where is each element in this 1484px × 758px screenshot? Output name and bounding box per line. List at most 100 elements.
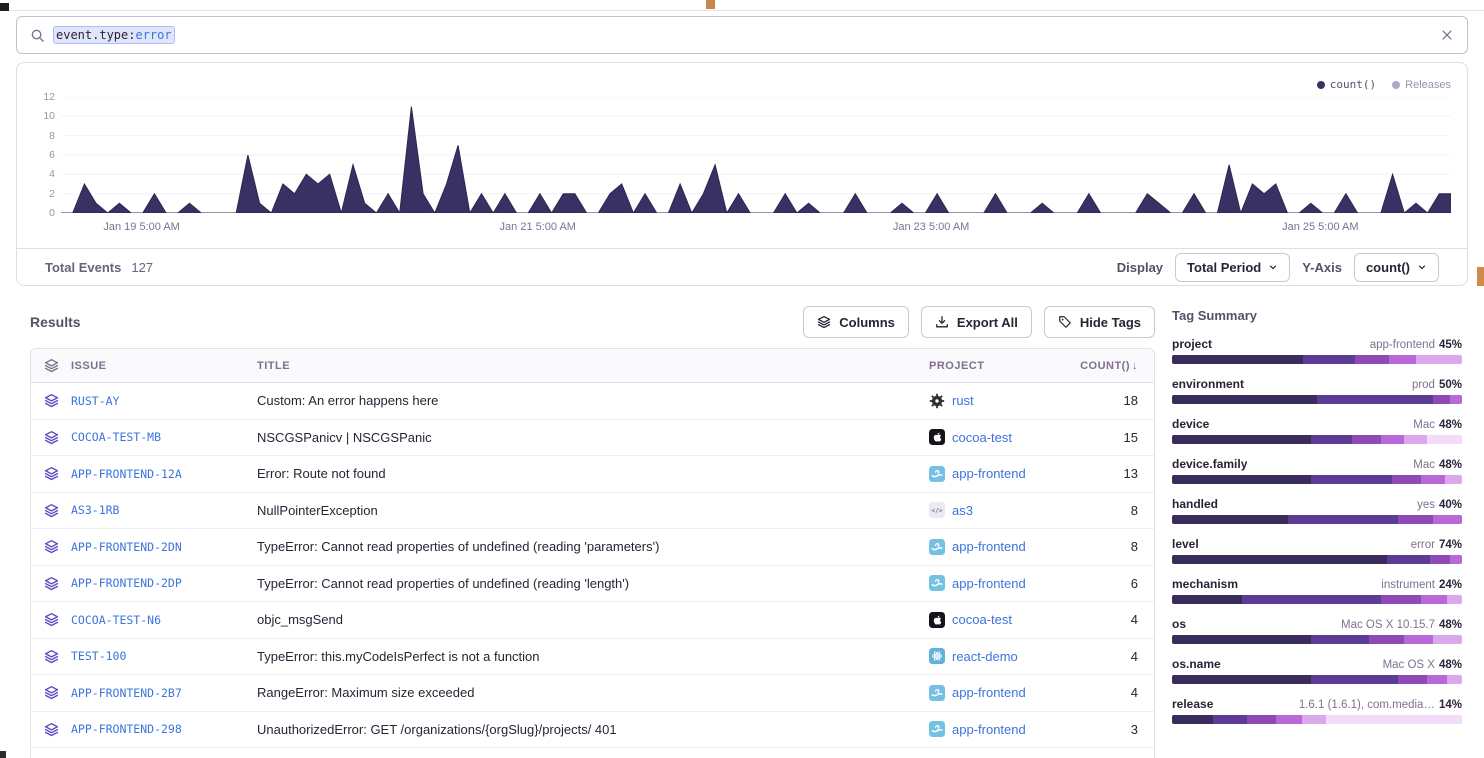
tag-name: device (1172, 417, 1209, 431)
tag-bar[interactable] (1172, 395, 1462, 404)
tag-bar-segment (1404, 635, 1433, 644)
count-value: 4 (1074, 612, 1154, 627)
project-link[interactable]: react-demo (952, 649, 1018, 664)
tag-bar[interactable] (1172, 595, 1462, 604)
tag-summary-item: project app-frontend 45% (1172, 337, 1462, 364)
search-bar[interactable]: event.type:error (16, 16, 1468, 54)
display-dropdown[interactable]: Total Period (1175, 253, 1290, 282)
tag-bar[interactable] (1172, 675, 1462, 684)
chart-legend: count() Releases (1317, 78, 1451, 91)
issue-id-link[interactable]: TEST-100 (71, 649, 126, 663)
search-query-token[interactable]: event.type:error (54, 27, 174, 43)
project-platform-icon: </> (929, 502, 945, 518)
y-axis-tick: 2 (29, 188, 55, 200)
close-icon (1440, 28, 1454, 42)
project-link[interactable]: app-frontend (952, 466, 1026, 481)
results-header: Results Columns Export All Hide Tags (30, 306, 1155, 338)
tag-name: handled (1172, 497, 1218, 511)
issue-layers-icon (31, 685, 71, 700)
project-link[interactable]: app-frontend (952, 722, 1026, 737)
tag-bar-segment (1242, 595, 1381, 604)
hide-tags-button[interactable]: Hide Tags (1044, 306, 1155, 338)
project-link[interactable]: as3 (952, 503, 973, 518)
issue-title: TypeError: Cannot read properties of und… (257, 539, 929, 554)
y-axis-tick: 12 (29, 91, 55, 103)
total-events-label: Total Events (45, 260, 121, 275)
tag-percent: 48% (1439, 459, 1462, 471)
count-column-header[interactable]: COUNT()↓ (1074, 360, 1154, 372)
issue-id-link[interactable]: APP-FRONTEND-298 (71, 722, 182, 736)
issue-id-link[interactable]: AS3-1RB (71, 503, 119, 517)
issue-column-header[interactable]: ISSUE (71, 360, 257, 372)
tag-bar-segment (1416, 355, 1462, 364)
search-icon (30, 28, 45, 43)
chart-plot-area[interactable] (61, 97, 1451, 213)
project-platform-icon (929, 466, 945, 482)
chart-footer: Total Events 127 Display Total Period Y-… (17, 248, 1467, 285)
tag-percent: 45% (1439, 339, 1462, 351)
results-section: Results Columns Export All Hide Tags ISS… (30, 306, 1155, 758)
project-link[interactable]: cocoa-test (952, 430, 1012, 445)
project-platform-icon (929, 612, 945, 628)
tag-bar-segment (1172, 515, 1288, 524)
tag-bar[interactable] (1172, 355, 1462, 364)
tag-top-value: 1.6.1 (1.6.1), com.media… (1299, 699, 1435, 711)
issue-layers-icon (31, 430, 71, 445)
issue-id-link[interactable]: APP-FRONTEND-2DN (71, 540, 182, 554)
project-link[interactable]: app-frontend (952, 685, 1026, 700)
export-all-button[interactable]: Export All (921, 306, 1032, 338)
tag-bar-segment (1172, 395, 1317, 404)
tag-bar-segment (1302, 715, 1325, 724)
issue-id-link[interactable]: APP-FRONTEND-12A (71, 467, 182, 481)
tag-bar[interactable] (1172, 715, 1462, 724)
issue-id-link[interactable]: APP-FRONTEND-2DP (71, 576, 182, 590)
tag-bar-segment (1172, 715, 1213, 724)
screenshot-artifact (706, 0, 715, 9)
legend-item-count[interactable]: count() (1317, 78, 1376, 91)
tag-percent: 14% (1439, 699, 1462, 711)
chevron-down-icon (1417, 262, 1427, 272)
results-table: ISSUE TITLE PROJECT COUNT()↓ RUST-AY Cus… (30, 348, 1155, 758)
project-link[interactable]: app-frontend (952, 539, 1026, 554)
tag-bar[interactable] (1172, 555, 1462, 564)
screenshot-artifact (1477, 267, 1484, 286)
tag-summary-item: os Mac OS X 10.15.7 48% (1172, 617, 1462, 644)
tag-bar[interactable] (1172, 475, 1462, 484)
tag-name: release (1172, 697, 1213, 711)
tag-bar-segment (1433, 635, 1462, 644)
tag-bar[interactable] (1172, 435, 1462, 444)
yaxis-dropdown[interactable]: count() (1354, 253, 1439, 282)
legend-item-releases[interactable]: Releases (1392, 79, 1451, 91)
tag-summary-item: device Mac 48% (1172, 417, 1462, 444)
tag-name: os (1172, 617, 1186, 631)
project-column-header[interactable]: PROJECT (929, 360, 1074, 372)
issue-id-link[interactable]: COCOA-TEST-N6 (71, 613, 161, 627)
project-link[interactable]: rust (952, 393, 974, 408)
columns-button[interactable]: Columns (803, 306, 909, 338)
tag-top-value: yes (1417, 499, 1435, 511)
tag-bar-segment (1369, 635, 1404, 644)
tag-bar[interactable] (1172, 635, 1462, 644)
issue-layers-icon (31, 393, 71, 408)
y-axis-tick: 4 (29, 168, 55, 180)
issue-id-link[interactable]: COCOA-TEST-MB (71, 430, 161, 444)
tag-summary-item: environment prod 50% (1172, 377, 1462, 404)
x-axis-tick: Jan 21 5:00 AM (488, 221, 588, 233)
clear-search-button[interactable] (1440, 28, 1454, 42)
tag-bar[interactable] (1172, 515, 1462, 524)
count-legend-dot-icon (1317, 81, 1325, 89)
results-title: Results (30, 314, 81, 330)
count-value: 8 (1074, 503, 1154, 518)
issue-id-link[interactable]: APP-FRONTEND-2B7 (71, 686, 182, 700)
count-value: 15 (1074, 430, 1154, 445)
tag-bar-segment (1427, 435, 1462, 444)
project-link[interactable]: app-frontend (952, 576, 1026, 591)
title-column-header[interactable]: TITLE (257, 360, 929, 372)
project-platform-icon (929, 685, 945, 701)
tag-bar-segment (1447, 595, 1462, 604)
issue-id-link[interactable]: RUST-AY (71, 394, 119, 408)
svg-text:</>: </> (931, 508, 942, 515)
project-link[interactable]: cocoa-test (952, 612, 1012, 627)
tag-summary-panel: Tag Summary project app-frontend 45% env… (1172, 308, 1462, 737)
table-row: TEST-100 TypeError: this.myCodeIsPerfect… (31, 639, 1154, 676)
